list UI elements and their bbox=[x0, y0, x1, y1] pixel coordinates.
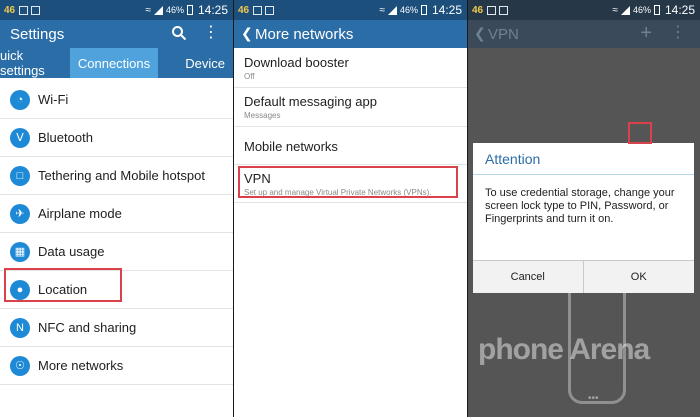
notification-icon bbox=[265, 5, 275, 15]
settings-item-label: Airplane mode bbox=[38, 206, 122, 221]
list-item-label: Default messaging app bbox=[244, 94, 377, 109]
list-item-mobile-networks[interactable]: Mobile networks bbox=[234, 127, 467, 165]
list-item-download-booster[interactable]: Download booster Off bbox=[234, 48, 467, 88]
highlight-box bbox=[628, 122, 652, 144]
settings-item-label: Data usage bbox=[38, 244, 105, 259]
tab-quick-settings[interactable]: uick settings bbox=[0, 48, 70, 78]
data-usage-icon: ▦ bbox=[10, 241, 30, 262]
ok-button[interactable]: OK bbox=[584, 261, 695, 293]
wifi-icon: ◔ bbox=[10, 89, 30, 110]
dialog-title: Attention bbox=[473, 143, 694, 175]
status-bar: 46 ≈ 46% 14:25 bbox=[234, 0, 467, 20]
cancel-button[interactable]: Cancel bbox=[473, 261, 584, 293]
tab-device[interactable]: Device bbox=[158, 48, 233, 78]
network-type: 46 bbox=[4, 4, 16, 16]
action-bar: Settings ⋮ bbox=[0, 20, 233, 48]
page-title: More networks bbox=[255, 26, 354, 43]
wifi-status-icon: ≈ bbox=[145, 4, 151, 16]
wifi-status-icon: ≈ bbox=[612, 4, 618, 16]
battery-icon bbox=[186, 5, 193, 15]
back-chevron-icon[interactable]: ❮ bbox=[241, 25, 253, 42]
clock: 14:25 bbox=[197, 3, 228, 17]
clock: 14:25 bbox=[664, 3, 695, 17]
page-title: Settings bbox=[10, 26, 65, 43]
status-bar: 46 ≈ 46% 14:25 bbox=[0, 0, 233, 20]
battery-level: 46% bbox=[165, 5, 184, 15]
tethering-icon: □ bbox=[10, 165, 30, 186]
search-icon[interactable] bbox=[171, 25, 187, 46]
settings-item-label: More networks bbox=[38, 358, 124, 373]
settings-item-data-usage[interactable]: ▦ Data usage bbox=[0, 233, 233, 271]
list-item-summary: Messages bbox=[244, 111, 281, 120]
highlight-box bbox=[238, 166, 458, 198]
overflow-menu-icon[interactable]: ⋮ bbox=[670, 25, 686, 41]
battery-level: 46% bbox=[399, 5, 418, 15]
attention-dialog: Attention To use credential storage, cha… bbox=[473, 143, 694, 293]
settings-item-label: NFC and sharing bbox=[38, 320, 137, 335]
notification-icon bbox=[31, 5, 41, 15]
settings-item-bluetooth[interactable]: ᐯ Bluetooth bbox=[0, 119, 233, 157]
settings-item-wifi[interactable]: ◔ Wi-Fi bbox=[0, 81, 233, 119]
watermark-dots-icon: ••• bbox=[588, 393, 599, 404]
add-icon[interactable]: + bbox=[640, 22, 652, 45]
more-networks-screen: 46 ≈ 46% 14:25 ❮ More networks Download … bbox=[234, 0, 467, 417]
tab-connections[interactable]: Connections bbox=[70, 48, 158, 78]
notification-icon bbox=[19, 5, 29, 15]
settings-item-tethering[interactable]: □ Tethering and Mobile hotspot bbox=[0, 157, 233, 195]
list-item-label: Mobile networks bbox=[244, 139, 338, 154]
nfc-icon: N bbox=[10, 317, 30, 338]
settings-item-airplane[interactable]: ✈ Airplane mode bbox=[0, 195, 233, 233]
list-item-default-messaging[interactable]: Default messaging app Messages bbox=[234, 88, 467, 127]
wifi-status-icon: ≈ bbox=[379, 4, 385, 16]
list-item-label: Download booster bbox=[244, 55, 349, 70]
notification-icon bbox=[487, 5, 497, 15]
bluetooth-icon: ᐯ bbox=[10, 127, 30, 148]
dialog-message: To use credential storage, change your s… bbox=[485, 187, 675, 225]
list-item-summary: Off bbox=[244, 72, 255, 81]
status-bar: 46 ≈ 46% 14:25 bbox=[468, 0, 700, 20]
signal-icon bbox=[387, 5, 397, 15]
settings-screen: 46 ≈ 46% 14:25 Settings ⋮ uick settings … bbox=[0, 0, 233, 417]
action-bar: ❮ VPN + ⋮ bbox=[468, 20, 700, 48]
settings-item-label: Wi-Fi bbox=[38, 92, 69, 107]
settings-item-label: Bluetooth bbox=[38, 130, 93, 145]
battery-icon bbox=[420, 5, 427, 15]
clock: 14:25 bbox=[431, 3, 462, 17]
connections-list: ◔ Wi-Fi ᐯ Bluetooth □ Tethering and Mobi… bbox=[0, 81, 233, 385]
signal-icon bbox=[620, 5, 630, 15]
network-type: 46 bbox=[472, 4, 484, 16]
settings-item-nfc[interactable]: N NFC and sharing bbox=[0, 309, 233, 347]
network-type: 46 bbox=[238, 4, 250, 16]
action-bar[interactable]: ❮ More networks bbox=[234, 20, 467, 48]
highlight-box bbox=[4, 268, 122, 302]
settings-item-more-networks[interactable]: ☉ More networks bbox=[0, 347, 233, 385]
notification-icon bbox=[499, 5, 509, 15]
overflow-menu-icon[interactable]: ⋮ bbox=[203, 25, 219, 41]
more-networks-icon: ☉ bbox=[10, 355, 30, 376]
page-title: VPN bbox=[488, 26, 519, 43]
watermark: phone Arena bbox=[478, 333, 650, 366]
airplane-icon: ✈ bbox=[10, 203, 30, 224]
notification-icon bbox=[253, 5, 263, 15]
settings-item-label: Tethering and Mobile hotspot bbox=[38, 168, 205, 183]
battery-icon bbox=[653, 5, 660, 15]
dialog-buttons: Cancel OK bbox=[473, 260, 694, 293]
vpn-screen: 46 ≈ 46% 14:25 ❮ VPN + ⋮ phone Arena •••… bbox=[468, 0, 700, 417]
signal-icon bbox=[153, 5, 163, 15]
tab-bar: uick settings Connections Device bbox=[0, 48, 233, 78]
battery-level: 46% bbox=[632, 5, 651, 15]
back-chevron-icon[interactable]: ❮ bbox=[474, 25, 486, 42]
